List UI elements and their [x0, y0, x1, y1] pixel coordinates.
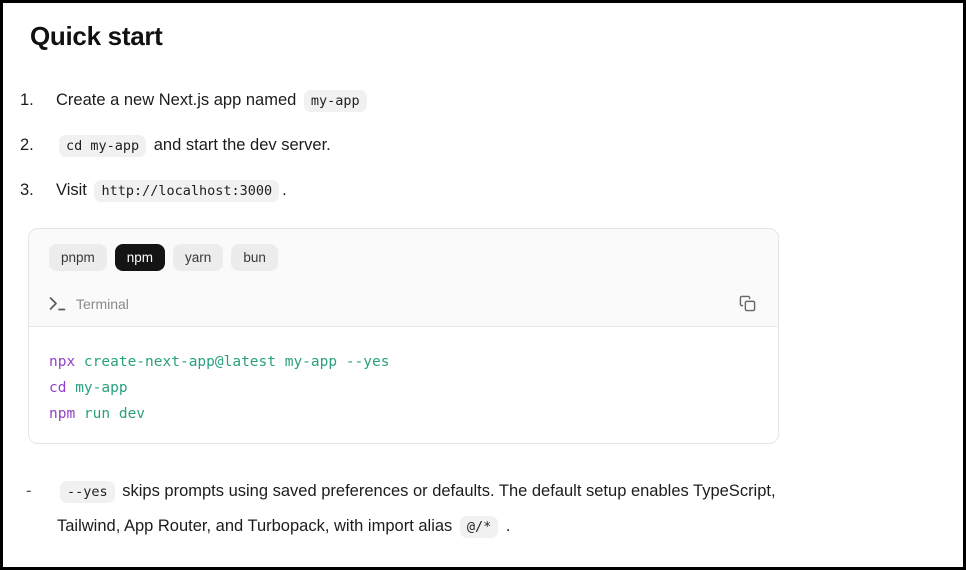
list-item-text: cd my-app and start the dev server. [56, 133, 938, 159]
list-marker: 1. [20, 88, 44, 113]
code-line: cd my-app [49, 375, 758, 401]
step-text: and start the dev server. [149, 136, 331, 154]
page-title: Quick start [30, 21, 938, 52]
note-list-item: - --yes skips prompts using saved prefer… [26, 474, 938, 544]
terminal-label: Terminal [76, 296, 129, 312]
tab-bun[interactable]: bun [231, 244, 278, 271]
note-text-segment: skips prompts using saved preferences or… [57, 482, 776, 535]
note-text: --yes skips prompts using saved preferen… [57, 474, 779, 544]
code-command: cd [49, 380, 66, 396]
list-marker: - [26, 474, 44, 544]
code-arguments: my-app [66, 380, 127, 396]
code-block-card: pnpm npm yarn bun Terminal [28, 228, 779, 444]
code-line: npx create-next-app@latest my-app --yes [49, 349, 758, 375]
code-command: npx [49, 354, 75, 370]
tab-pnpm[interactable]: pnpm [49, 244, 107, 271]
list-item-text: Visit http://localhost:3000. [56, 178, 938, 204]
list-item: 3. Visit http://localhost:3000. [20, 178, 938, 204]
step-text: Create a new Next.js app named [56, 91, 301, 109]
list-marker: 3. [20, 178, 44, 203]
code-arguments: create-next-app@latest my-app --yes [75, 354, 389, 370]
quick-start-steps: 1. Create a new Next.js app named my-app… [20, 88, 938, 204]
inline-code: cd my-app [59, 135, 146, 157]
package-manager-tabs: pnpm npm yarn bun [29, 229, 778, 281]
terminal-prompt-icon [49, 296, 66, 311]
code-block: npx create-next-app@latest my-app --yes … [29, 327, 778, 443]
code-arguments: run dev [75, 406, 145, 422]
tab-npm[interactable]: npm [115, 244, 165, 271]
document-page: Quick start 1. Create a new Next.js app … [0, 0, 966, 570]
terminal-title: Terminal [49, 296, 129, 312]
list-item-text: Create a new Next.js app named my-app [56, 88, 938, 114]
list-marker: 2. [20, 133, 44, 158]
note-text-segment: . [501, 517, 510, 535]
list-item: 1. Create a new Next.js app named my-app [20, 88, 938, 114]
inline-code: @/* [460, 516, 498, 538]
tab-yarn[interactable]: yarn [173, 244, 223, 271]
code-command: npm [49, 406, 75, 422]
inline-code: http://localhost:3000 [94, 180, 279, 202]
inline-code: my-app [304, 90, 367, 112]
terminal-title-bar: Terminal [29, 281, 778, 327]
copy-button[interactable] [737, 293, 758, 314]
copy-icon [739, 300, 756, 315]
list-item: 2. cd my-app and start the dev server. [20, 133, 938, 159]
code-line: npm run dev [49, 401, 758, 427]
step-text: Visit [56, 181, 91, 199]
inline-code: --yes [60, 481, 115, 503]
step-text: . [282, 181, 287, 199]
